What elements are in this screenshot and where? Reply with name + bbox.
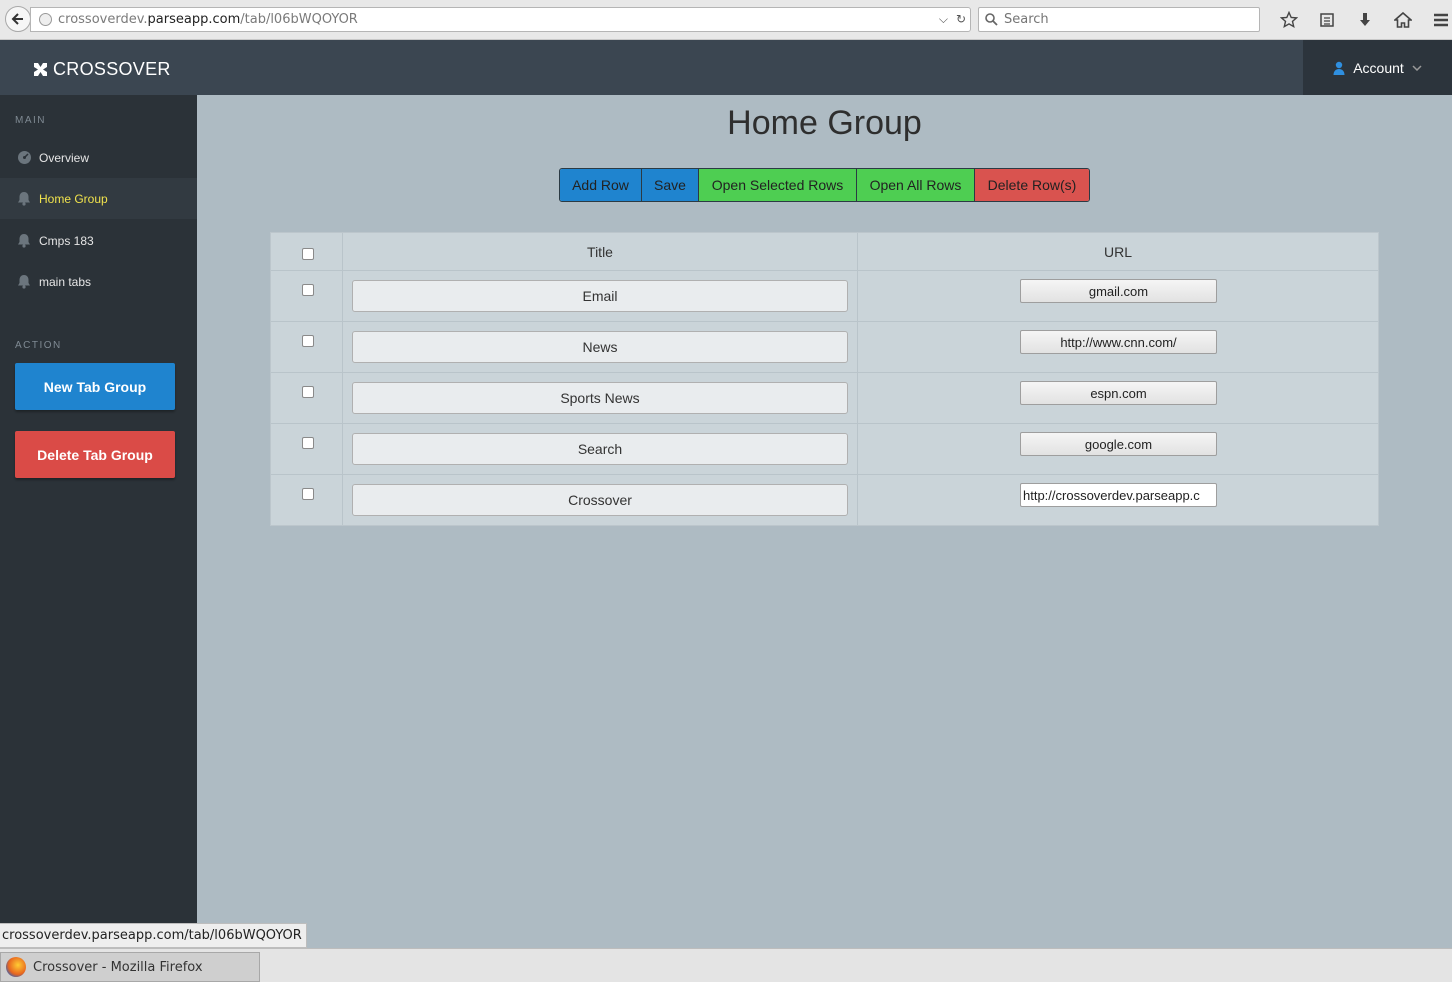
title-input[interactable]: News	[352, 331, 848, 363]
globe-icon	[39, 13, 52, 26]
delete-rows-button[interactable]: Delete Row(s)	[975, 169, 1089, 201]
firefox-icon	[6, 957, 26, 977]
home-icon[interactable]	[1384, 8, 1422, 32]
delete-tab-group-button[interactable]: Delete Tab Group	[15, 431, 175, 478]
select-all-checkbox[interactable]	[302, 248, 314, 260]
os-taskbar: Crossover - Mozilla Firefox	[0, 948, 1452, 982]
taskbar-window-item[interactable]: Crossover - Mozilla Firefox	[0, 952, 260, 982]
app-header: CROSSOVER Account	[0, 40, 1452, 95]
sidebar-item-label: Home Group	[39, 191, 108, 206]
bookmark-star-icon[interactable]	[1270, 8, 1308, 32]
table-header: Title URL	[271, 233, 1378, 271]
row-checkbox[interactable]	[302, 284, 314, 296]
add-row-button[interactable]: Add Row	[560, 169, 642, 201]
table-row: News http://www.cnn.com/	[271, 322, 1378, 373]
address-bar[interactable]: crossoverdev.parseapp.com/tab/l06bWQOYOR…	[30, 7, 971, 32]
bell-icon	[16, 274, 32, 290]
browser-toolbar: crossoverdev.parseapp.com/tab/l06bWQOYOR…	[0, 0, 1452, 40]
address-text: crossoverdev.parseapp.com/tab/l06bWQOYOR	[58, 12, 358, 27]
title-column-header: Title	[587, 244, 613, 260]
account-label: Account	[1353, 59, 1404, 76]
tabs-table: Title URL Email gmail.com News http://ww…	[270, 232, 1379, 526]
search-input[interactable]	[1004, 12, 1244, 27]
row-checkbox[interactable]	[302, 437, 314, 449]
reading-list-icon[interactable]	[1308, 8, 1346, 32]
bell-icon	[16, 233, 32, 249]
save-button[interactable]: Save	[642, 169, 699, 201]
open-selected-rows-button[interactable]: Open Selected Rows	[699, 169, 857, 201]
brand-name: CROSSOVER	[53, 59, 171, 79]
title-input[interactable]: Crossover	[352, 484, 848, 516]
sidebar-item-main-tabs[interactable]: main tabs	[0, 261, 197, 302]
search-field[interactable]	[978, 7, 1260, 32]
bell-icon	[16, 191, 32, 207]
sidebar: MAIN Overview Home Group Cmps 183 main t…	[0, 95, 197, 948]
sidebar-heading-action: ACTION	[15, 340, 62, 351]
url-input[interactable]: http://www.cnn.com/	[1020, 330, 1217, 354]
browser-toolbar-icons	[1270, 8, 1452, 32]
table-row: Search google.com	[271, 424, 1378, 475]
sidebar-item-cmps-183[interactable]: Cmps 183	[0, 220, 197, 261]
sidebar-item-overview[interactable]: Overview	[0, 137, 197, 178]
sidebar-item-label: Cmps 183	[39, 233, 94, 248]
table-actions: Add Row Save Open Selected Rows Open All…	[559, 168, 1090, 202]
dashboard-icon	[16, 150, 32, 166]
back-button[interactable]	[5, 6, 31, 32]
url-input[interactable]: gmail.com	[1020, 279, 1217, 303]
table-row: Sports News espn.com	[271, 373, 1378, 424]
title-input[interactable]: Sports News	[352, 382, 848, 414]
address-bar-controls: ⌵ ↻	[939, 12, 966, 27]
account-menu[interactable]: Account	[1303, 40, 1452, 95]
window-title: Crossover - Mozilla Firefox	[33, 959, 203, 975]
new-tab-group-button[interactable]: New Tab Group	[15, 363, 175, 410]
open-all-rows-button[interactable]: Open All Rows	[857, 169, 975, 201]
menu-icon[interactable]	[1422, 8, 1452, 32]
url-input[interactable]: espn.com	[1020, 381, 1217, 405]
page-title: Home Group	[727, 104, 922, 142]
sidebar-item-label: Overview	[39, 150, 90, 165]
table-row: Crossover http://crossoverdev.parseapp.c	[271, 475, 1378, 526]
url-input[interactable]: http://crossoverdev.parseapp.c	[1020, 483, 1217, 507]
chevron-down-icon	[1412, 64, 1422, 71]
title-input[interactable]: Email	[352, 280, 848, 312]
download-icon[interactable]	[1346, 8, 1384, 32]
url-input[interactable]: google.com	[1020, 432, 1217, 456]
reload-icon[interactable]: ↻	[956, 12, 966, 27]
row-checkbox[interactable]	[302, 488, 314, 500]
table-row: Email gmail.com	[271, 271, 1378, 322]
user-icon	[1333, 61, 1345, 75]
brand-logo[interactable]: CROSSOVER	[33, 59, 171, 80]
url-column-header: URL	[1103, 244, 1132, 260]
sidebar-heading-main: MAIN	[15, 115, 46, 126]
sidebar-item-label: main tabs	[39, 274, 92, 289]
row-checkbox[interactable]	[302, 386, 314, 398]
link-status-bar: crossoverdev.parseapp.com/tab/l06bWQOYOR	[0, 923, 307, 948]
sidebar-item-home-group[interactable]: Home Group	[0, 178, 197, 219]
back-arrow-icon	[11, 13, 23, 25]
row-checkbox[interactable]	[302, 335, 314, 347]
title-input[interactable]: Search	[352, 433, 848, 465]
dropdown-arrow-icon[interactable]: ⌵	[939, 12, 948, 27]
crossover-logo-icon	[34, 63, 47, 76]
search-icon	[985, 13, 998, 26]
